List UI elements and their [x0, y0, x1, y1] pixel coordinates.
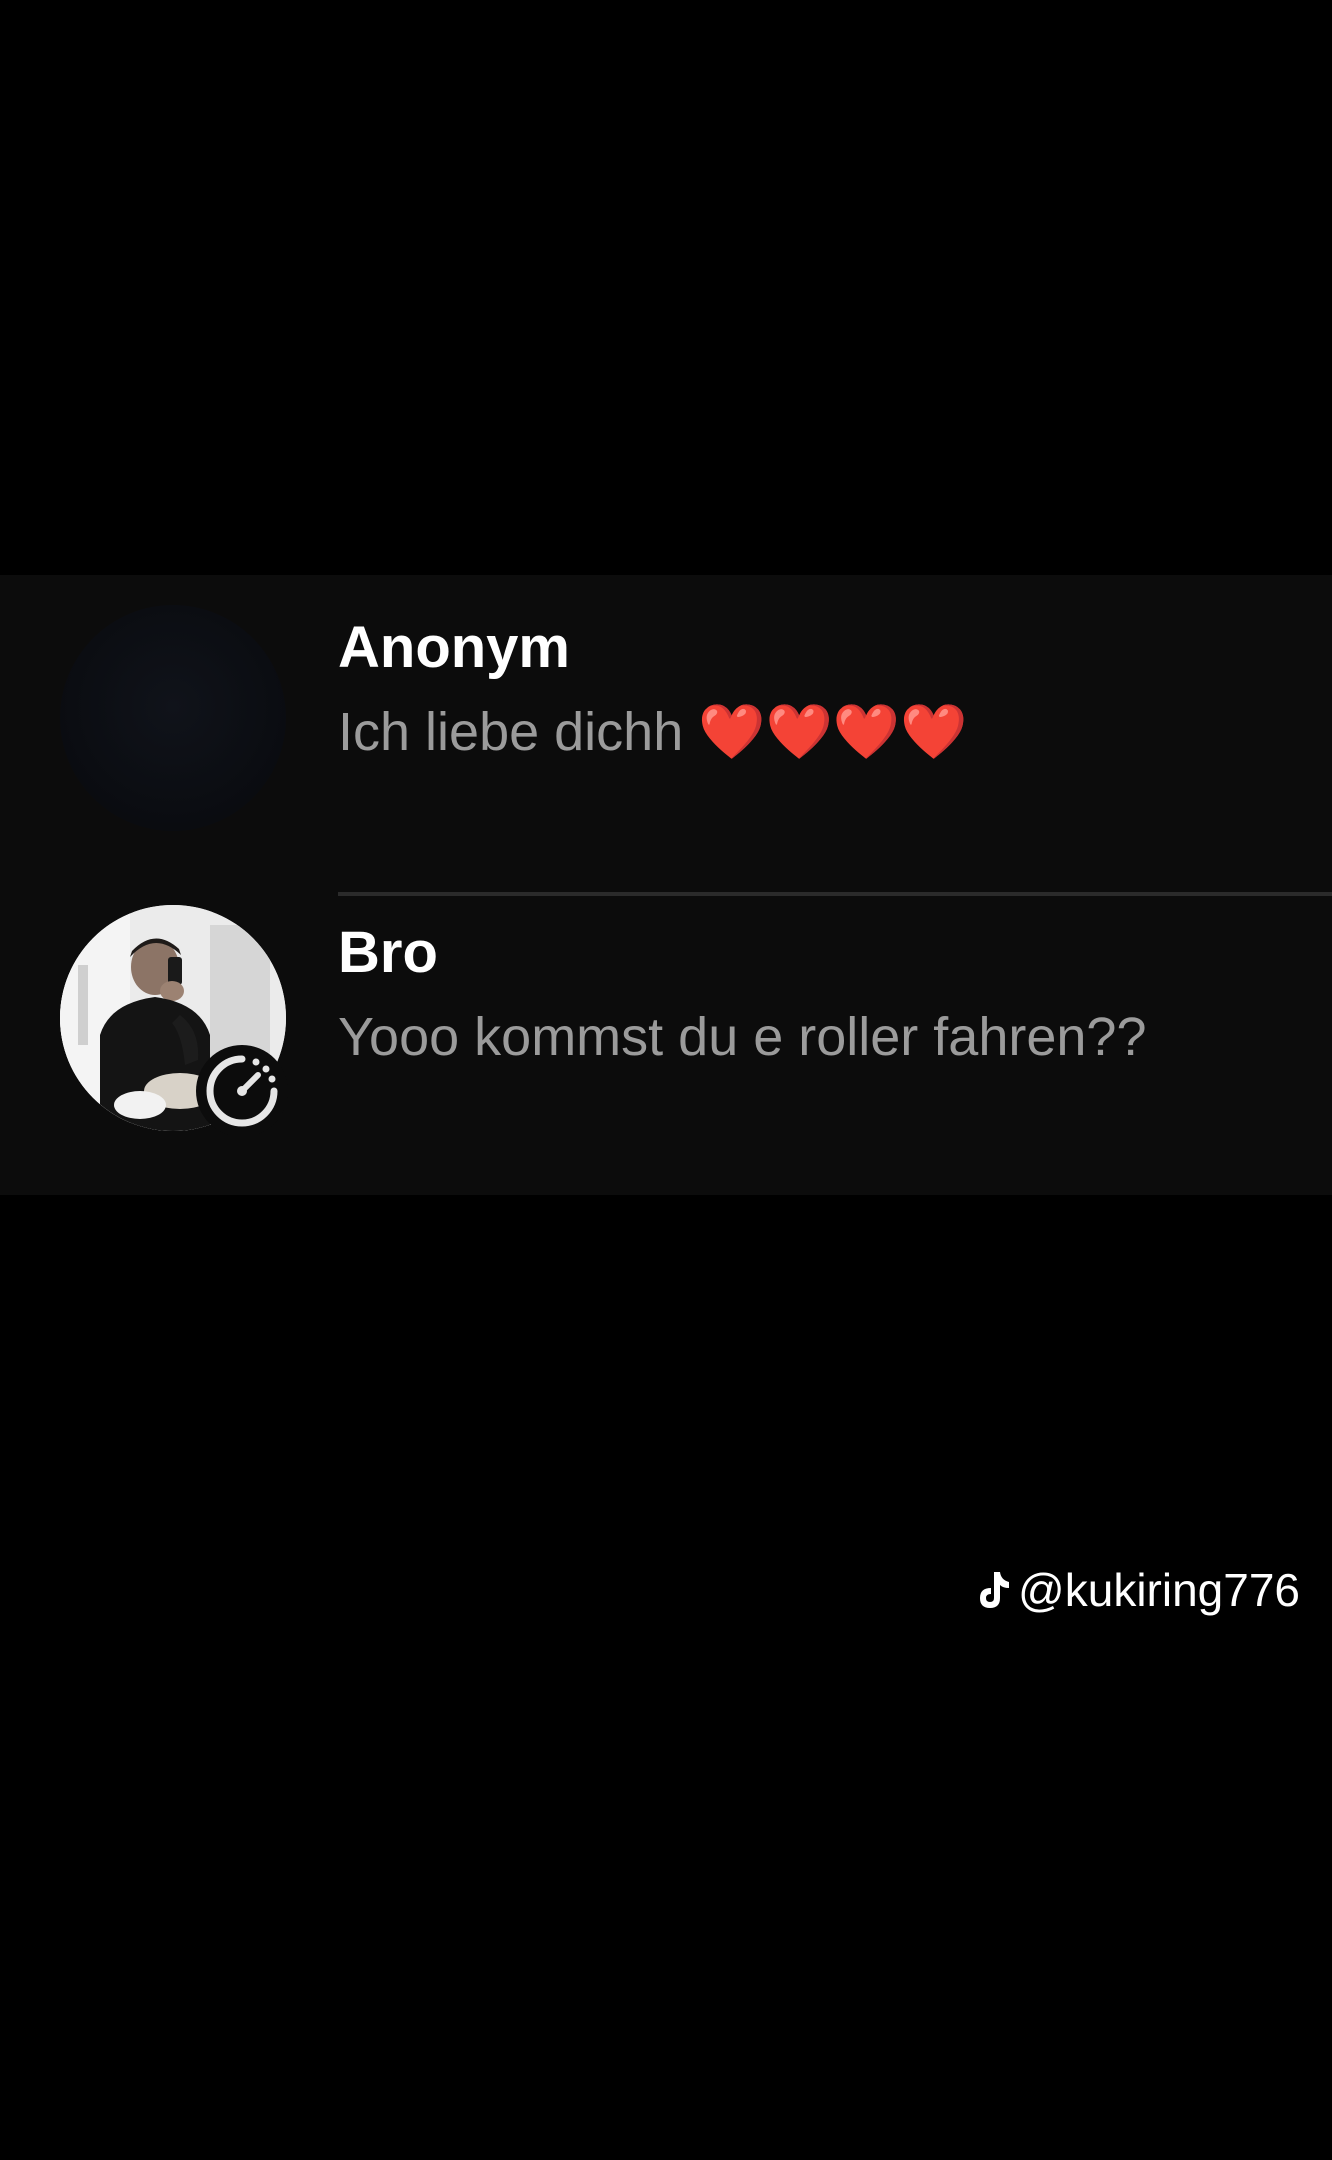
message-preview: Yooo kommst du e roller fahren?? [338, 1007, 1147, 1067]
contact-name: Anonym [338, 615, 570, 680]
message-preview: Ich liebe dichh ❤️❤️❤️❤️ [338, 702, 968, 762]
chat-row-bro[interactable]: Bro Yooo kommst du e roller fahren?? [0, 895, 1332, 1195]
watermark-handle: @kukiring776 [1018, 1564, 1300, 1616]
speedometer-icon [206, 1055, 278, 1127]
avatar-anonym[interactable] [60, 605, 286, 831]
status-badge[interactable] [196, 1045, 288, 1137]
chat-row-anonym[interactable]: Anonym Ich liebe dichh ❤️❤️❤️❤️ [0, 575, 1332, 875]
tiktok-logo-icon [980, 1572, 1010, 1608]
tiktok-watermark: @kukiring776 [974, 1560, 1300, 1620]
contact-name: Bro [338, 920, 438, 985]
chat-list: Anonym Ich liebe dichh ❤️❤️❤️❤️ Bro Yooo… [0, 575, 1332, 1195]
